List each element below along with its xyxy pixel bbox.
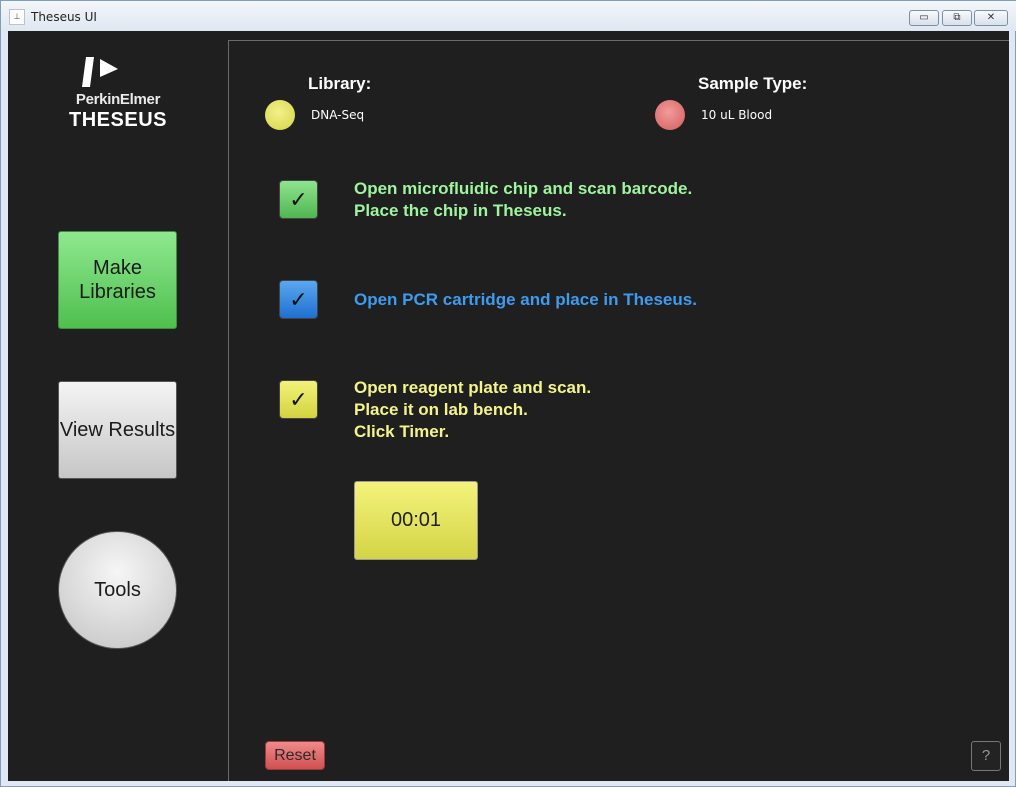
step-1-line-1: Open microfluidic chip and scan barcode. [354, 179, 693, 198]
window-title: Theseus UI [31, 10, 97, 24]
step-2-checkbox[interactable]: ✓ [279, 280, 318, 319]
perkinelmer-mark-icon [82, 57, 118, 87]
main-panel: Library: DNA-Seq Sample Type: 10 uL Bloo… [228, 40, 1009, 781]
library-status-dot [265, 100, 295, 130]
logo-product-text: THESEUS [69, 109, 167, 131]
reset-button[interactable]: Reset [265, 741, 325, 770]
sidebar: PerkinElmer THESEUS Make Libraries View … [8, 31, 228, 781]
step-3-line-1: Open reagent plate and scan. [354, 378, 592, 397]
client-area: PerkinElmer THESEUS Make Libraries View … [8, 31, 1009, 781]
help-button[interactable]: ? [971, 741, 1001, 771]
title-bar: ⊥ Theseus UI ▭ ⧉ ✕ [1, 1, 1016, 31]
step-2-line-1: Open PCR cartridge and place in Theseus. [354, 290, 697, 309]
step-3-checkbox[interactable]: ✓ [279, 380, 318, 419]
step-3-instructions: Open reagent plate and scan. Place it on… [354, 377, 591, 443]
library-label: Library: [308, 74, 372, 93]
sample-type-value: 10 uL Blood [701, 108, 773, 122]
sample-type-label: Sample Type: [698, 74, 808, 93]
logo-brand-text: PerkinElmer [75, 91, 161, 108]
tools-button[interactable]: Tools [58, 531, 177, 649]
step-2-instructions: Open PCR cartridge and place in Theseus. [354, 289, 697, 311]
app-window: ⊥ Theseus UI ▭ ⧉ ✕ PerkinElmer THESEUS M… [0, 0, 1016, 787]
step-1-line-2: Place the chip in Theseus. [354, 201, 567, 220]
timer-button[interactable]: 00:01 [354, 481, 478, 560]
minimize-button[interactable]: ▭ [909, 10, 939, 26]
close-button[interactable]: ✕ [974, 10, 1008, 26]
perkinelmer-logo: PerkinElmer THESEUS [48, 53, 188, 133]
step-1-checkbox[interactable]: ✓ [279, 180, 318, 219]
step-3-line-3: Click Timer. [354, 422, 450, 441]
step-3-line-2: Place it on lab bench. [354, 400, 528, 419]
view-results-button[interactable]: View Results [58, 381, 177, 479]
step-1-instructions: Open microfluidic chip and scan barcode.… [354, 178, 692, 222]
app-icon: ⊥ [9, 9, 25, 25]
library-value: DNA-Seq [311, 108, 365, 122]
make-libraries-button[interactable]: Make Libraries [58, 231, 177, 329]
sample-status-dot [655, 100, 685, 130]
maximize-button[interactable]: ⧉ [942, 10, 972, 26]
